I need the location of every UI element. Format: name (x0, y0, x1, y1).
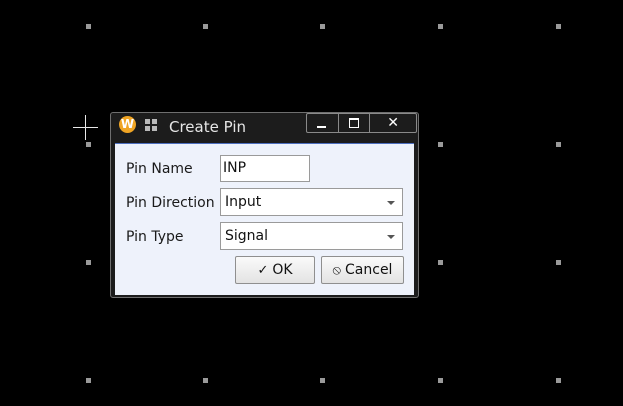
grid-dot (86, 142, 91, 147)
grid-dot (438, 24, 443, 29)
grid-dot (556, 24, 561, 29)
chevron-down-icon (387, 201, 395, 205)
grid-dot (320, 24, 325, 29)
grid-dot (438, 378, 443, 383)
cancel-button[interactable]: ⦸ Cancel (321, 256, 404, 284)
close-button[interactable]: ✕ (370, 114, 416, 132)
app-logo-icon: W (119, 116, 136, 133)
pin-name-input[interactable]: INP (220, 155, 310, 182)
crosshair-cursor-icon (73, 115, 98, 140)
grid-dot (556, 142, 561, 147)
pin-type-value: Signal (225, 228, 269, 244)
grid-dot (86, 378, 91, 383)
grid-dot (556, 378, 561, 383)
grid-dot (438, 260, 443, 265)
maximize-button[interactable] (339, 114, 371, 132)
ok-button-label: OK (272, 262, 293, 278)
pin-direction-label: Pin Direction (126, 195, 215, 211)
grid-dot (556, 260, 561, 265)
pin-name-label: Pin Name (126, 161, 193, 177)
checkmark-icon: ✓ (257, 262, 269, 278)
pin-type-select[interactable]: Signal (220, 222, 403, 250)
ok-button[interactable]: ✓ OK (235, 256, 315, 284)
pin-direction-value: Input (225, 194, 262, 210)
dialog-title: Create Pin (169, 118, 246, 136)
grid-dot (320, 378, 325, 383)
window-menu-icon[interactable] (145, 119, 157, 131)
grid-dot (86, 24, 91, 29)
cancel-icon: ⦸ (332, 262, 342, 278)
minimize-button[interactable] (307, 114, 339, 132)
dialog-titlebar[interactable]: W Create Pin ✕ (111, 113, 418, 143)
grid-dot (86, 260, 91, 265)
window-controls: ✕ (306, 113, 417, 133)
grid-dot (438, 142, 443, 147)
grid-dot (203, 24, 208, 29)
pin-type-label: Pin Type (126, 229, 184, 245)
pin-direction-select[interactable]: Input (220, 188, 403, 216)
grid-dot (203, 378, 208, 383)
cancel-button-label: Cancel (345, 262, 393, 278)
dialog-body: Pin Name INP Pin Direction Input Pin Typ… (115, 143, 414, 295)
create-pin-dialog: W Create Pin ✕ Pin Name INP Pin Directio… (110, 112, 419, 298)
chevron-down-icon (387, 235, 395, 239)
